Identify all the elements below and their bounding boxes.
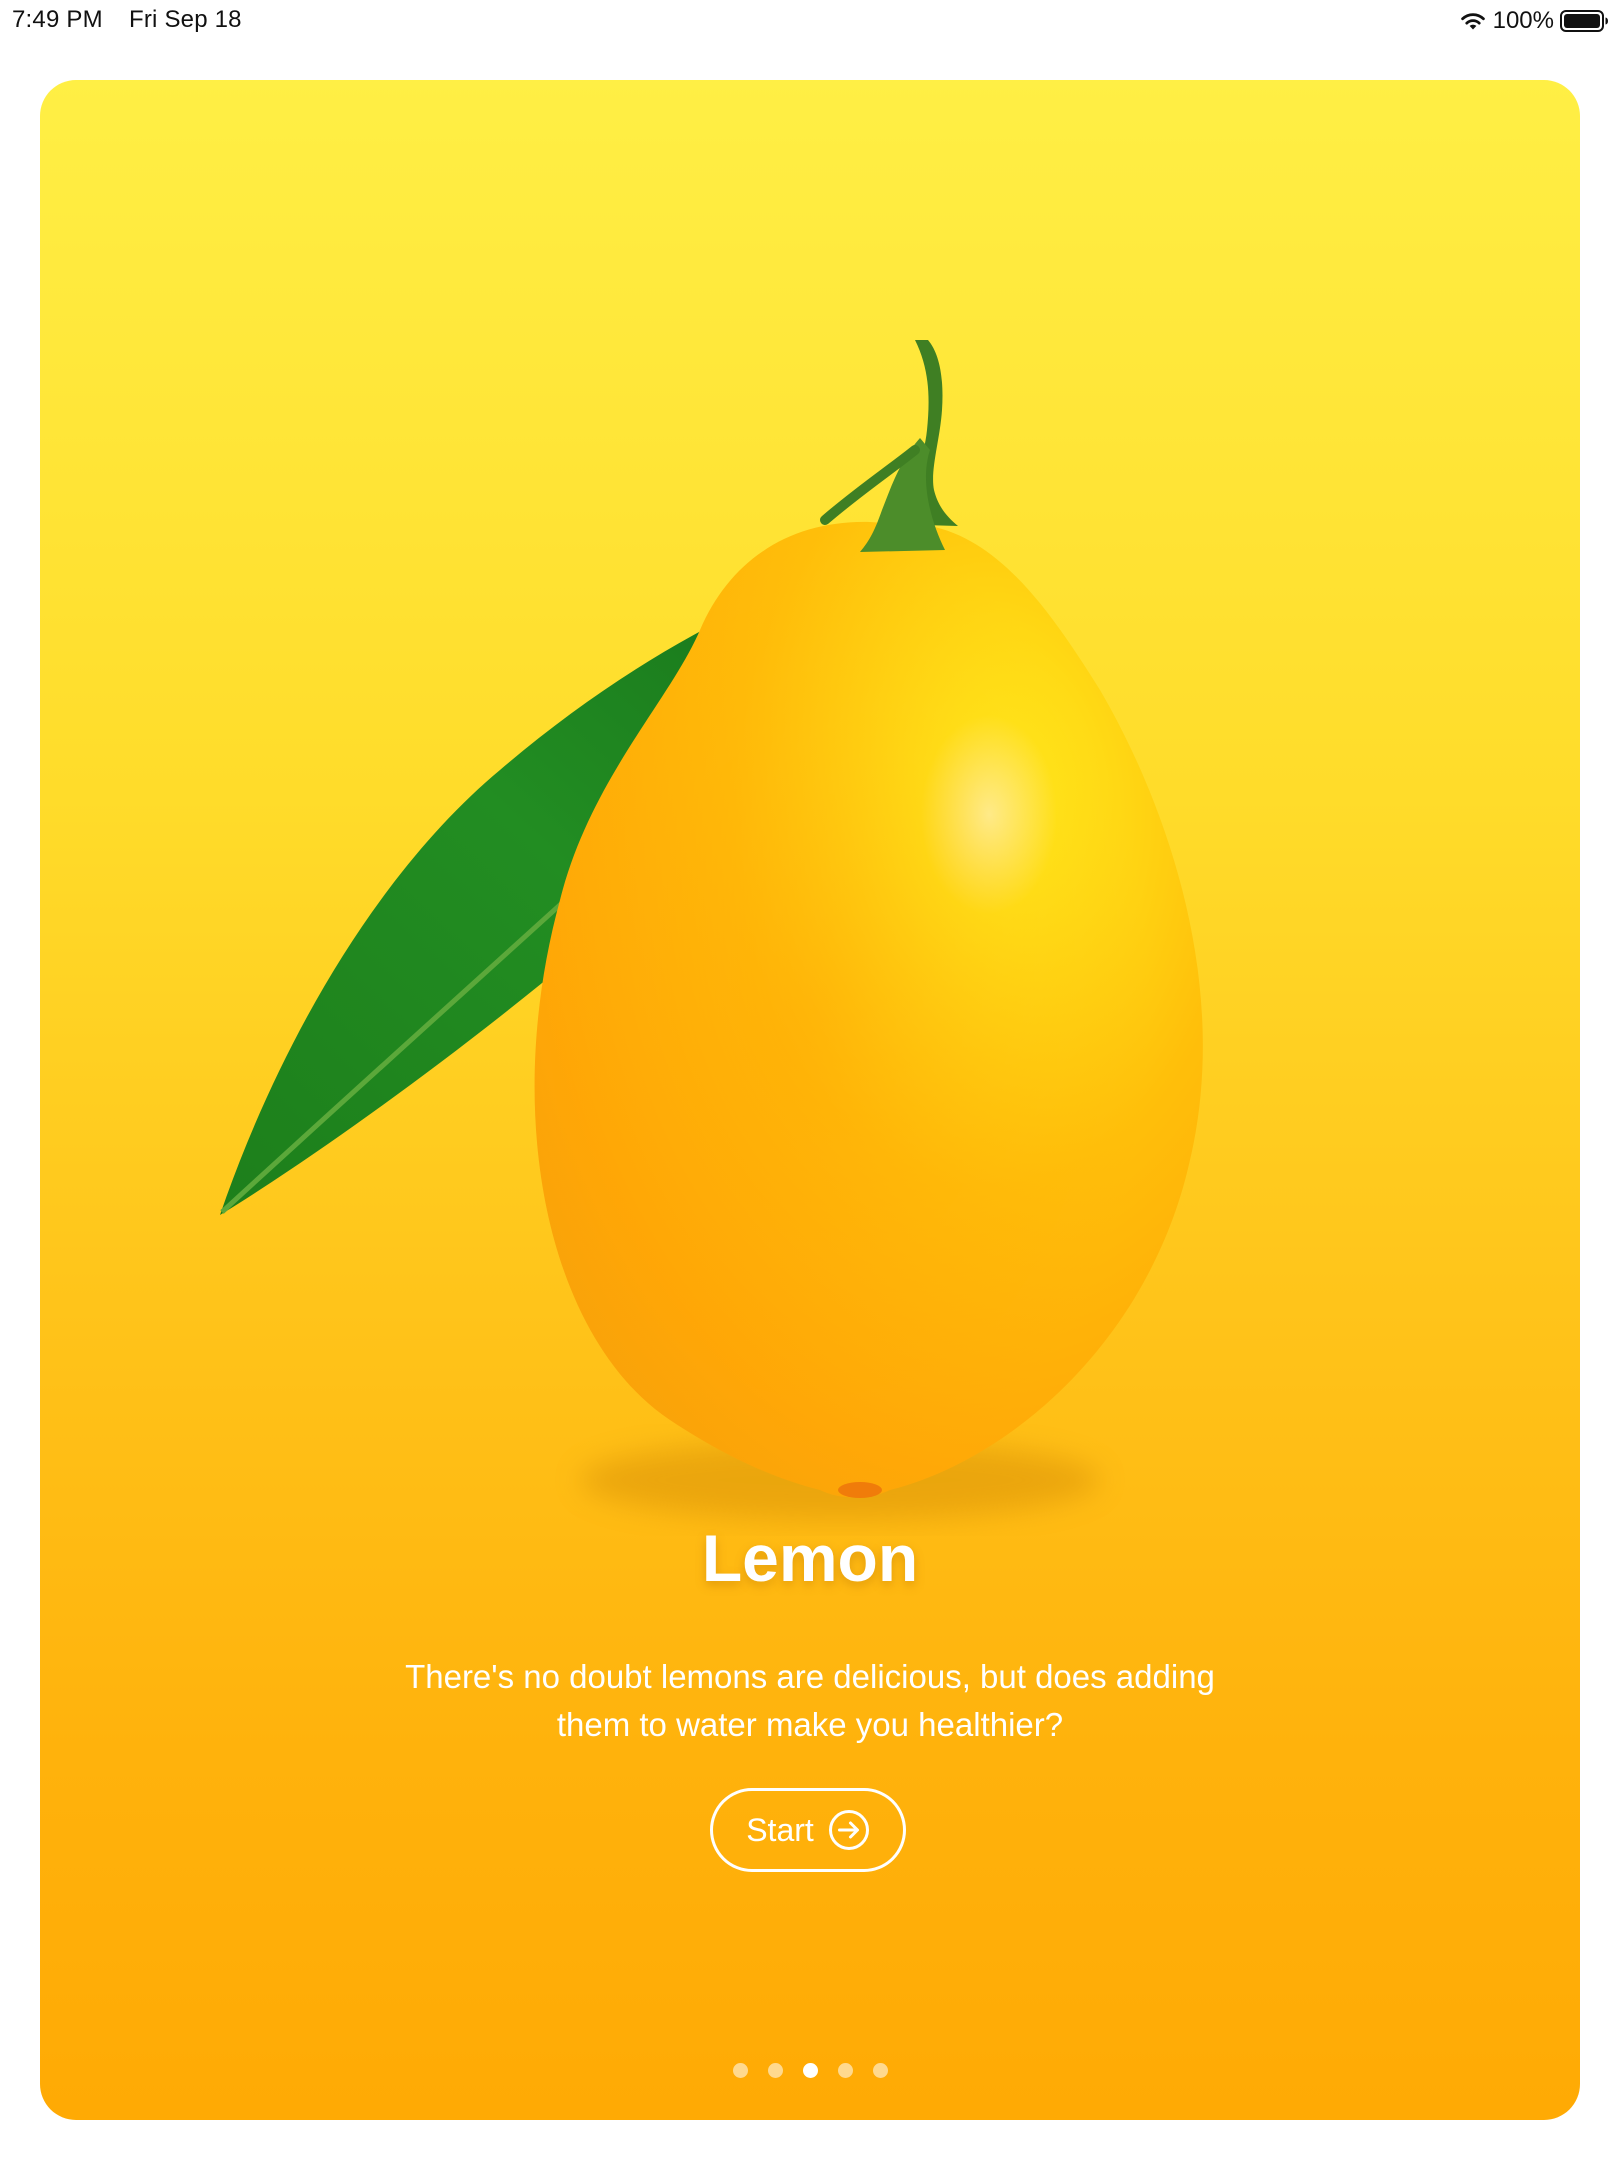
status-date: Fri Sep 18 <box>129 6 242 33</box>
arrow-right-circle-icon <box>828 1809 870 1851</box>
battery-percent: 100% <box>1492 7 1554 34</box>
card-description: There's no doubt lemons are delicious, b… <box>405 1658 1215 1743</box>
wifi-icon <box>1459 10 1487 32</box>
page-dot-4[interactable] <box>837 2063 853 2078</box>
status-indicators: 100% <box>1459 6 1610 36</box>
page-dot-3[interactable] <box>802 2063 818 2078</box>
onboarding-card: Lemon There's no doubt lemons are delici… <box>40 80 1580 2120</box>
page-dot-1[interactable] <box>732 2063 748 2078</box>
page-indicator <box>40 2063 1580 2078</box>
start-button[interactable]: Start <box>710 1788 906 1872</box>
page-dot-5[interactable] <box>872 2063 888 2078</box>
status-bar: 7:49 PM Fri Sep 18 100% <box>0 0 1620 40</box>
status-time: 7:49 PM <box>12 6 103 33</box>
page-dot-2[interactable] <box>767 2063 783 2078</box>
card-title: Lemon <box>701 1521 919 1595</box>
battery-full-icon <box>1560 9 1610 33</box>
start-button-label: Start <box>746 1811 814 1848</box>
lemon-with-leaf-image <box>170 340 1370 1580</box>
